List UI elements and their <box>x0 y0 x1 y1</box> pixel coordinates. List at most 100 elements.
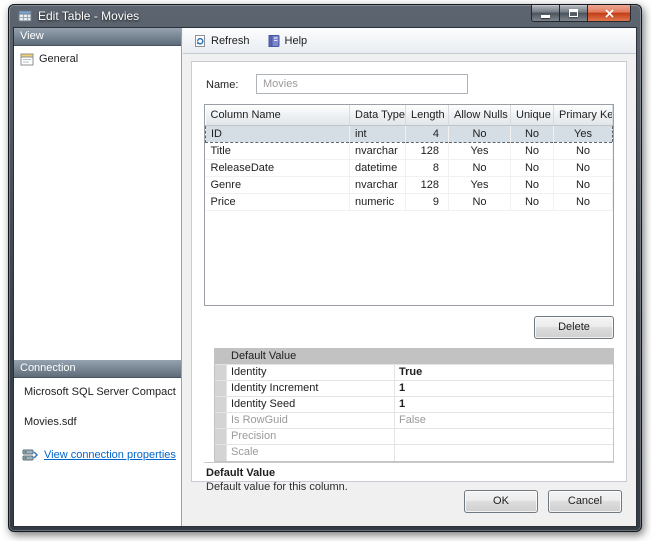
refresh-label: Refresh <box>211 35 250 47</box>
cell-data-type[interactable]: int <box>350 125 406 142</box>
cell-unique[interactable]: No <box>511 159 554 176</box>
property-label: Identity <box>227 365 395 380</box>
cell-primary-key[interactable]: No <box>554 193 613 210</box>
property-gutter <box>215 445 227 461</box>
cell-column-name[interactable]: Title <box>206 142 350 159</box>
property-row-identity-increment[interactable]: Identity Increment 1 <box>215 381 613 397</box>
property-value[interactable]: 1 <box>395 381 613 396</box>
minimize-icon <box>541 15 550 18</box>
header-length[interactable]: Length <box>406 105 449 125</box>
client-area: View General Connection Microsoft SQL Se… <box>13 27 637 527</box>
property-row-is-rowguid[interactable]: Is RowGuid False <box>215 413 613 429</box>
property-value: False <box>395 413 613 428</box>
cell-column-name[interactable]: Genre <box>206 176 350 193</box>
property-value[interactable]: 1 <box>395 397 613 412</box>
property-description: Default Value Default value for this col… <box>204 462 614 493</box>
main-area: Refresh Help Name: <box>183 28 636 526</box>
cell-allow-nulls[interactable]: No <box>449 159 511 176</box>
help-label: Help <box>285 35 308 47</box>
header-primary-key[interactable]: Primary Key <box>554 105 613 125</box>
cell-data-type[interactable]: numeric <box>350 193 406 210</box>
edit-table-dialog: Edit Table - Movies View <box>8 4 642 532</box>
sidebar-item-general[interactable]: General <box>15 49 180 69</box>
property-gutter <box>215 381 227 396</box>
database-connection-icon <box>22 448 38 462</box>
cell-allow-nulls[interactable]: Yes <box>449 142 511 159</box>
column-row-releasedate[interactable]: ReleaseDate datetime 8 No No No <box>206 159 613 176</box>
cell-primary-key[interactable]: No <box>554 159 613 176</box>
cell-unique[interactable]: No <box>511 125 554 142</box>
toolbar: Refresh Help <box>183 28 636 54</box>
header-allow-nulls[interactable]: Allow Nulls <box>449 105 511 125</box>
cell-unique[interactable]: No <box>511 142 554 159</box>
property-label: Is RowGuid <box>227 413 395 428</box>
maximize-icon <box>569 9 578 17</box>
cell-primary-key[interactable]: No <box>554 142 613 159</box>
property-gutter <box>215 365 227 380</box>
sidebar: View General Connection Microsoft SQL Se… <box>14 28 182 526</box>
property-row-default-value[interactable]: Default Value <box>215 349 613 365</box>
column-row-genre[interactable]: Genre nvarchar 128 Yes No No <box>206 176 613 193</box>
property-description-title: Default Value <box>206 467 612 479</box>
help-icon <box>267 34 281 48</box>
cell-column-name[interactable]: ReleaseDate <box>206 159 350 176</box>
header-data-type[interactable]: Data Type <box>350 105 406 125</box>
cell-primary-key[interactable]: Yes <box>554 125 613 142</box>
table-name-input[interactable] <box>256 74 468 94</box>
cell-data-type[interactable]: nvarchar <box>350 176 406 193</box>
cell-unique[interactable]: No <box>511 176 554 193</box>
cell-length[interactable]: 8 <box>406 159 449 176</box>
close-button[interactable] <box>587 5 631 22</box>
window-icon <box>18 9 32 23</box>
property-gutter <box>215 349 227 364</box>
window-controls <box>531 5 631 22</box>
column-row-price[interactable]: Price numeric 9 No No No <box>206 193 613 210</box>
columns-grid-header-row: Column Name Data Type Length Allow Nulls… <box>206 105 613 125</box>
connection-link-row: View connection properties <box>22 448 176 462</box>
cell-length[interactable]: 9 <box>406 193 449 210</box>
property-label: Default Value <box>227 349 395 364</box>
cell-column-name[interactable]: ID <box>206 125 350 142</box>
cell-primary-key[interactable]: No <box>554 176 613 193</box>
cell-data-type[interactable]: nvarchar <box>350 142 406 159</box>
property-gutter <box>215 397 227 412</box>
help-button[interactable]: Help <box>262 31 317 51</box>
refresh-icon <box>193 34 207 48</box>
property-label: Identity Increment <box>227 381 395 396</box>
property-row-identity-seed[interactable]: Identity Seed 1 <box>215 397 613 413</box>
property-row-identity[interactable]: Identity True <box>215 365 613 381</box>
column-row-title[interactable]: Title nvarchar 128 Yes No No <box>206 142 613 159</box>
property-value[interactable] <box>395 349 613 364</box>
header-unique[interactable]: Unique <box>511 105 554 125</box>
property-value <box>395 429 613 444</box>
property-value <box>395 445 613 461</box>
cell-length[interactable]: 128 <box>406 176 449 193</box>
property-label: Precision <box>227 429 395 444</box>
cell-allow-nulls[interactable]: No <box>449 193 511 210</box>
minimize-button[interactable] <box>531 5 559 22</box>
form-window-icon <box>20 53 34 66</box>
cell-data-type[interactable]: datetime <box>350 159 406 176</box>
view-connection-properties-link[interactable]: View connection properties <box>44 449 176 461</box>
property-row-scale[interactable]: Scale <box>215 445 613 461</box>
cell-length[interactable]: 128 <box>406 142 449 159</box>
delete-button[interactable]: Delete <box>534 316 614 339</box>
refresh-button[interactable]: Refresh <box>188 31 259 51</box>
cell-column-name[interactable]: Price <box>206 193 350 210</box>
titlebar[interactable]: Edit Table - Movies <box>9 5 641 27</box>
cancel-button[interactable]: Cancel <box>548 490 622 513</box>
cell-allow-nulls[interactable]: Yes <box>449 176 511 193</box>
connection-section-header: Connection <box>14 360 181 378</box>
connection-database-file: Movies.sdf <box>24 416 77 428</box>
maximize-button[interactable] <box>559 5 587 22</box>
property-gutter <box>215 429 227 444</box>
property-value[interactable]: True <box>395 365 613 380</box>
column-row-id[interactable]: ID int 4 No No Yes <box>206 125 613 142</box>
ok-button[interactable]: OK <box>464 490 538 513</box>
cell-unique[interactable]: No <box>511 193 554 210</box>
cell-allow-nulls[interactable]: No <box>449 125 511 142</box>
cell-length[interactable]: 4 <box>406 125 449 142</box>
property-row-precision[interactable]: Precision <box>215 429 613 445</box>
table-editor-panel: Name: Column Name Data Type L <box>191 61 627 482</box>
header-column-name[interactable]: Column Name <box>206 105 350 125</box>
